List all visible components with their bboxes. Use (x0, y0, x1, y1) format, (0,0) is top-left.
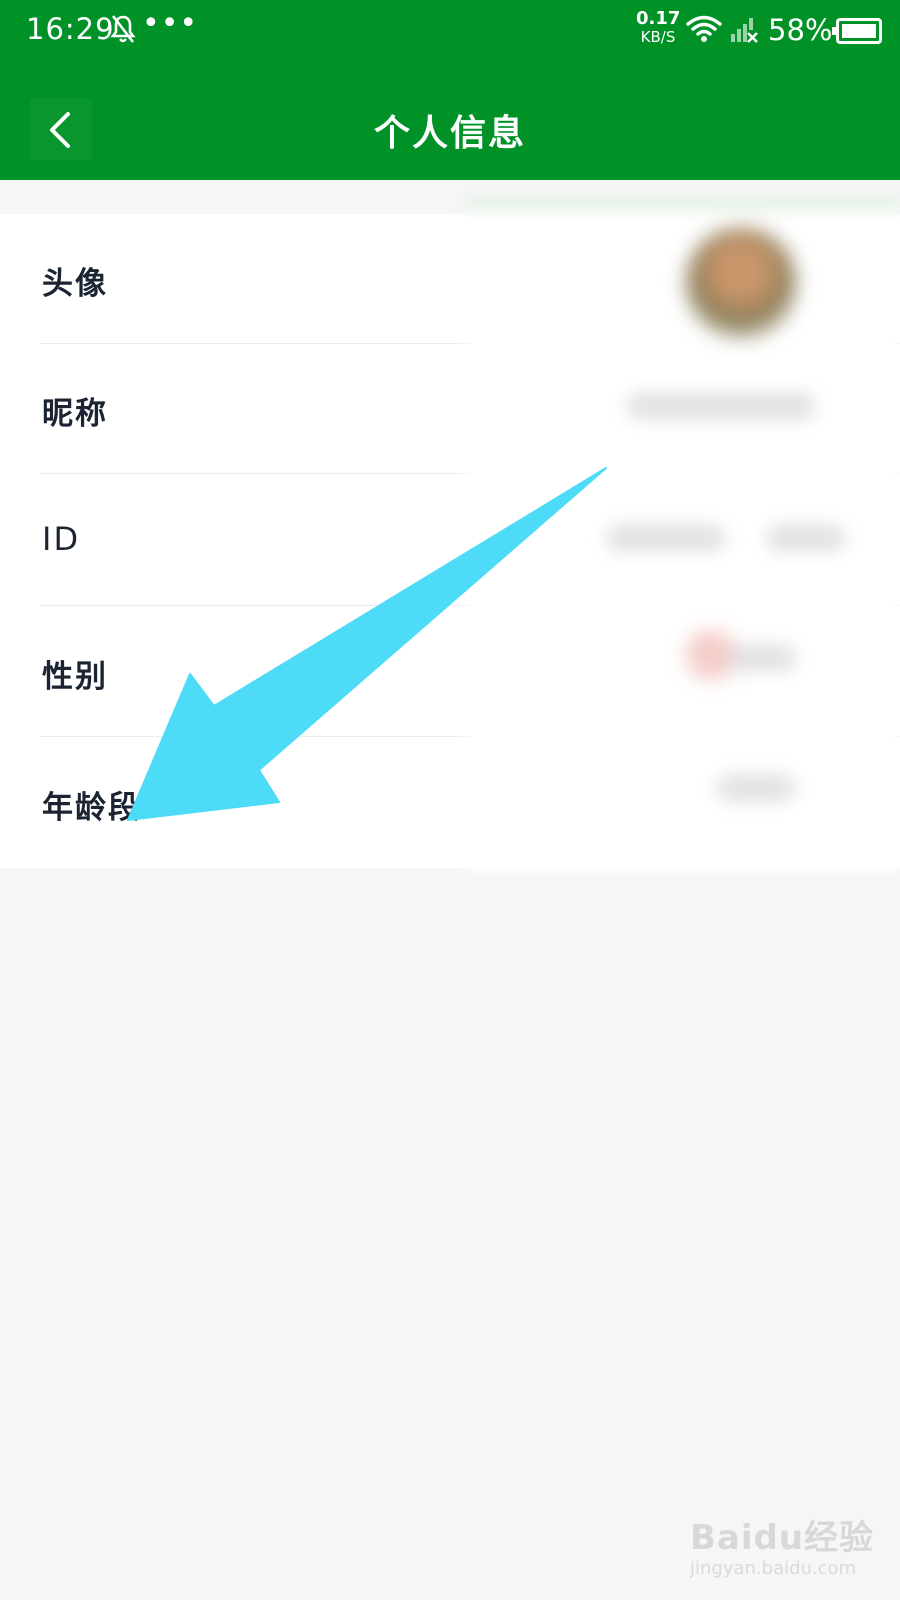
page-title: 个人信息 (373, 112, 526, 154)
bell-muted-icon (110, 15, 136, 43)
watermark-url: jingyan.baidu.com (690, 1558, 857, 1579)
battery-percent: 58% (768, 13, 833, 47)
network-speed-value: 0.17 (636, 8, 681, 29)
baidu-watermark: Baidu经验 jingyan.baidu.com (690, 1500, 890, 1590)
watermark-brand: Baidu经验 (690, 1518, 875, 1558)
nickname-value-blur (626, 392, 816, 420)
cell-signal-icon (731, 18, 758, 43)
row-label-avatar: 头像 (42, 266, 108, 302)
redacted-values-area (466, 198, 900, 872)
avatar[interactable] (686, 228, 796, 338)
id-value-blur (606, 524, 726, 552)
copy-id-blur (766, 524, 846, 552)
row-label-age-group: 年龄段 (42, 790, 141, 826)
battery-icon (832, 18, 882, 44)
row-label-id: ID (42, 520, 81, 558)
more-dots: ••• (142, 6, 199, 41)
row-label-gender: 性别 (42, 659, 108, 695)
network-speed: 0.17 KB/S (636, 8, 681, 47)
status-time: 16:29 (26, 12, 115, 46)
network-speed-unit: KB/S (640, 28, 676, 46)
wifi-icon (686, 15, 722, 42)
profile-screen: 16:29 ••• 0.17 KB/S 58% 个人信息 头像 昵称 ID 性别… (0, 0, 900, 1600)
status-bar: 16:29 ••• 0.17 KB/S 58% (0, 0, 900, 64)
app-header: 16:29 ••• 0.17 KB/S 58% 个人信息 (0, 0, 900, 180)
row-label-nickname: 昵称 (42, 396, 108, 432)
age-value-blur (716, 774, 796, 802)
gender-value-blur (726, 644, 796, 672)
